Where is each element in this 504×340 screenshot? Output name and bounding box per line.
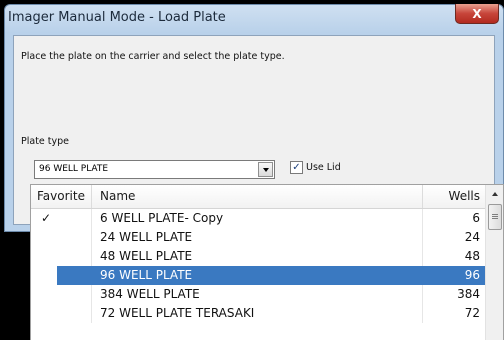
plate-name: 24 WELL PLATE bbox=[92, 228, 423, 247]
plate-wells: 6 bbox=[472, 211, 480, 225]
favorite-cell bbox=[31, 285, 92, 304]
chevron-down-icon bbox=[262, 167, 269, 172]
window-title: Imager Manual Mode - Load Plate bbox=[8, 10, 226, 25]
vertical-scrollbar[interactable] bbox=[485, 185, 503, 340]
chevron-up-icon bbox=[492, 192, 498, 196]
plate-wells: 48 bbox=[464, 249, 480, 263]
column-header-favorite[interactable]: Favorite bbox=[31, 185, 92, 208]
plate-name: 48 WELL PLATE bbox=[92, 247, 423, 266]
favorite-cell bbox=[31, 266, 57, 285]
plate-wells: 96 bbox=[464, 268, 480, 282]
list-item[interactable]: ✓ 6 WELL PLATE- Copy 6 bbox=[31, 209, 485, 228]
plate-wells: 24 bbox=[464, 230, 480, 244]
use-lid-checkbox[interactable]: ✓ bbox=[290, 161, 303, 174]
column-header-wells[interactable]: Wells bbox=[423, 185, 485, 208]
use-lid-label[interactable]: Use Lid bbox=[306, 162, 341, 173]
plate-name: 96 WELL PLATE bbox=[92, 266, 423, 285]
dropdown-arrow-button[interactable] bbox=[258, 162, 273, 177]
close-icon: X bbox=[472, 6, 482, 21]
plate-wells: 384 bbox=[457, 287, 480, 301]
scroll-up-button[interactable] bbox=[488, 187, 502, 201]
plate-type-list[interactable]: Favorite Name Wells ✓ 6 WELL PLATE- Copy… bbox=[30, 184, 504, 340]
list-item[interactable]: 24 WELL PLATE 24 bbox=[31, 228, 485, 247]
favorite-cell bbox=[31, 228, 92, 247]
list-header: Favorite Name Wells bbox=[31, 185, 485, 209]
list-item[interactable]: 48 WELL PLATE 48 bbox=[31, 247, 485, 266]
plate-type-label: Plate type bbox=[21, 136, 70, 147]
list-item[interactable]: 72 WELL PLATE TERASAKI 72 bbox=[31, 304, 485, 323]
favorite-cell bbox=[31, 304, 92, 323]
instruction-text: Place the plate on the carrier and selec… bbox=[21, 51, 285, 62]
plate-name: 72 WELL PLATE TERASAKI bbox=[92, 304, 423, 323]
favorite-check-icon: ✓ bbox=[31, 209, 92, 228]
check-icon: ✓ bbox=[292, 161, 301, 173]
list-item-selected[interactable]: 96 WELL PLATE 96 bbox=[31, 266, 485, 285]
plate-name: 384 WELL PLATE bbox=[92, 285, 423, 304]
selection-highlight bbox=[57, 266, 92, 285]
column-header-name[interactable]: Name bbox=[92, 185, 423, 208]
list-rows: ✓ 6 WELL PLATE- Copy 6 24 WELL PLATE 24 … bbox=[31, 209, 485, 323]
list-item[interactable]: 384 WELL PLATE 384 bbox=[31, 285, 485, 304]
plate-type-dropdown[interactable]: 96 WELL PLATE bbox=[34, 160, 275, 179]
plate-wells: 72 bbox=[464, 306, 480, 320]
plate-name: 6 WELL PLATE- Copy bbox=[92, 209, 423, 228]
plate-type-value: 96 WELL PLATE bbox=[39, 164, 109, 174]
favorite-cell bbox=[31, 247, 92, 266]
grip-icon bbox=[492, 214, 498, 219]
close-button[interactable]: X bbox=[455, 4, 499, 24]
scrollbar-thumb[interactable] bbox=[488, 204, 502, 230]
